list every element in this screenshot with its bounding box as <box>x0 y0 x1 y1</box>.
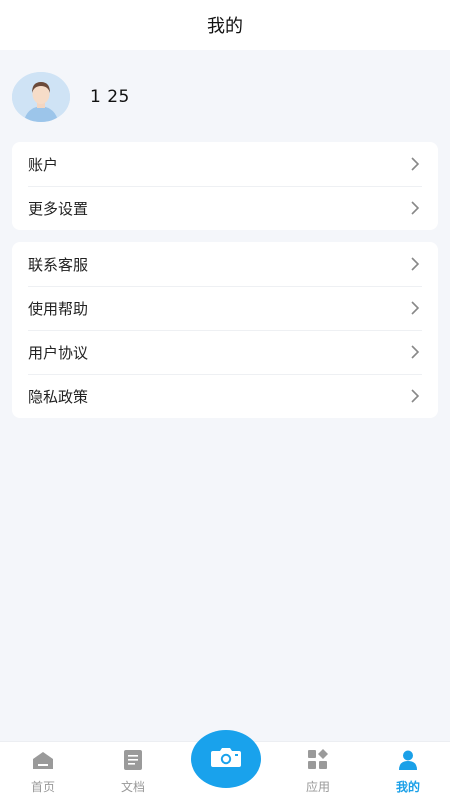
chevron-right-icon <box>408 389 422 403</box>
menu-item-privacy-policy[interactable]: 隐私政策 <box>12 374 438 418</box>
tab-label: 首页 <box>30 780 55 794</box>
menu-item-label: 用户协议 <box>28 343 89 362</box>
menu-item-label: 联系客服 <box>28 255 89 274</box>
profile-section[interactable]: 1 25 <box>12 70 130 124</box>
menu-item-label: 使用帮助 <box>28 299 89 318</box>
chevron-right-icon <box>408 345 422 359</box>
user-icon <box>373 748 443 772</box>
menu-item-help[interactable]: 使用帮助 <box>12 286 438 330</box>
menu-item-label: 隐私政策 <box>28 387 89 406</box>
header: 我的 <box>0 0 450 50</box>
tab-documents[interactable]: 文档 <box>98 748 168 795</box>
menu-item-more-settings[interactable]: 更多设置 <box>12 186 438 230</box>
tab-apps[interactable]: 应用 <box>283 748 353 795</box>
menu-item-label: 更多设置 <box>28 199 89 218</box>
chevron-right-icon <box>408 257 422 271</box>
menu-item-account[interactable]: 账户 <box>12 142 438 186</box>
camera-icon <box>210 746 242 772</box>
home-icon <box>8 748 78 772</box>
menu-item-user-agreement[interactable]: 用户协议 <box>12 330 438 374</box>
tab-label: 应用 <box>305 780 330 794</box>
chevron-right-icon <box>408 157 422 171</box>
menu-card-account: 账户 更多设置 <box>12 142 438 230</box>
username: 1 25 <box>90 87 130 107</box>
tab-mine[interactable]: 我的 <box>373 748 443 795</box>
menu-item-contact-service[interactable]: 联系客服 <box>12 242 438 286</box>
document-icon <box>98 748 168 772</box>
chevron-right-icon <box>408 201 422 215</box>
tab-label: 文档 <box>120 780 145 794</box>
tab-home[interactable]: 首页 <box>8 748 78 795</box>
avatar[interactable] <box>12 72 70 122</box>
tab-label: 我的 <box>395 780 420 794</box>
page-title: 我的 <box>207 16 243 37</box>
menu-item-label: 账户 <box>28 155 59 174</box>
menu-card-support: 联系客服 使用帮助 用户协议 隐私政策 <box>12 242 438 418</box>
chevron-right-icon <box>408 301 422 315</box>
camera-scan-button[interactable] <box>191 730 261 788</box>
apps-grid-icon <box>283 748 353 772</box>
